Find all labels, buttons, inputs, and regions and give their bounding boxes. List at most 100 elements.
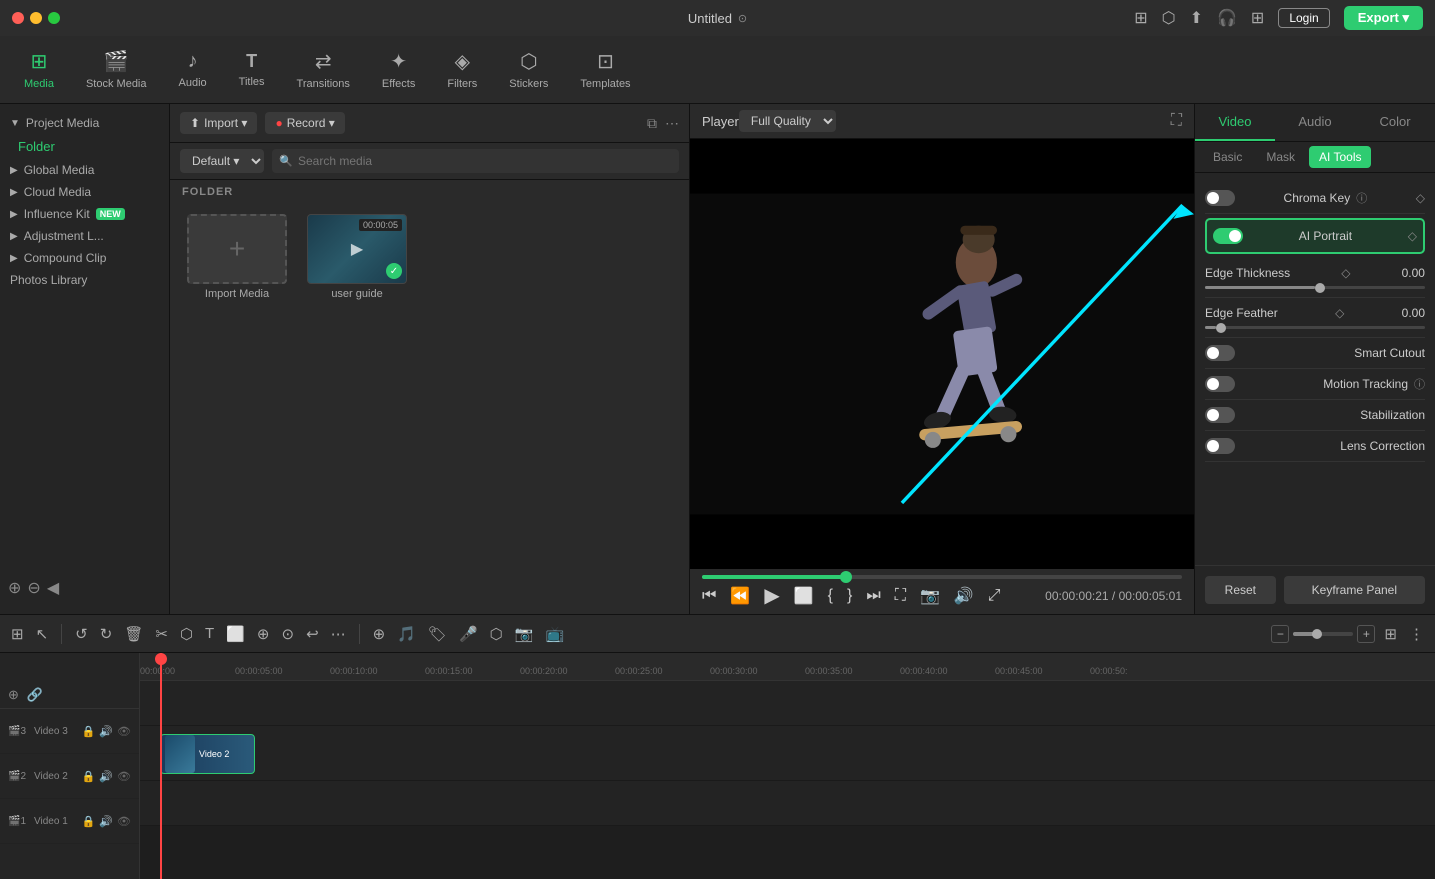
edge-feather-slider[interactable] bbox=[1205, 326, 1425, 329]
export-button[interactable]: Export ▾ bbox=[1344, 6, 1423, 30]
toolbar-item-stickers[interactable]: ⬡ Stickers bbox=[495, 43, 562, 96]
motion-tracking-toggle[interactable] bbox=[1205, 376, 1235, 392]
rewind-button[interactable]: ⏮ bbox=[702, 587, 716, 605]
stabilization-toggle[interactable] bbox=[1205, 407, 1235, 423]
subtab-ai-tools[interactable]: AI Tools bbox=[1309, 146, 1371, 168]
audio-track-button[interactable]: 🎵 bbox=[394, 622, 419, 646]
close-button[interactable] bbox=[12, 12, 24, 24]
transition-button[interactable]: ⬡ bbox=[487, 622, 506, 646]
minimize-button[interactable] bbox=[30, 12, 42, 24]
track-v1-eye[interactable]: 👁 bbox=[117, 815, 131, 828]
track-v3-lock[interactable]: 🔒 bbox=[82, 725, 96, 738]
play-button[interactable]: ▶ bbox=[764, 583, 779, 608]
search-input[interactable] bbox=[272, 149, 679, 173]
sidebar-item-compound-clip[interactable]: ▶ Compound Clip bbox=[0, 247, 169, 269]
collapse-sidebar-button[interactable]: ◀ bbox=[47, 578, 59, 598]
record-screen-button[interactable]: 📺 bbox=[542, 622, 567, 646]
stop-button[interactable]: ⬜ bbox=[794, 586, 814, 606]
speed-button[interactable]: ⊕ bbox=[254, 622, 273, 646]
zoom-out-button[interactable]: − bbox=[1271, 625, 1289, 643]
track-v3-eye[interactable]: 👁 bbox=[117, 725, 131, 738]
text-button[interactable]: T bbox=[202, 622, 217, 645]
chroma-key-info-icon[interactable]: ⓘ bbox=[1356, 190, 1367, 206]
expand-button[interactable]: ⤢ bbox=[988, 587, 1001, 605]
add-track-button[interactable]: ⊕ bbox=[370, 622, 389, 646]
edge-thickness-slider[interactable] bbox=[1205, 286, 1425, 289]
video-clip-user-guide[interactable]: Video 2 bbox=[160, 734, 255, 774]
tab-audio[interactable]: Audio bbox=[1275, 104, 1355, 141]
record-button[interactable]: ● Record ▾ bbox=[265, 112, 344, 134]
toolbar-item-titles[interactable]: T Titles bbox=[225, 45, 279, 94]
reset-button[interactable]: Reset bbox=[1205, 576, 1276, 604]
track-v2-volume[interactable]: 🔊 bbox=[99, 770, 113, 783]
edge-feather-diamond-icon[interactable]: ◇ bbox=[1335, 306, 1344, 320]
toolbar-item-audio[interactable]: ♪ Audio bbox=[165, 44, 221, 95]
user-guide-item[interactable]: ▶ 00:00:05 ✓ user guide bbox=[302, 214, 412, 300]
tab-color[interactable]: Color bbox=[1355, 104, 1435, 141]
audio-button[interactable]: 🔊 bbox=[954, 586, 974, 606]
tab-video[interactable]: Video bbox=[1195, 104, 1275, 141]
sidebar-item-global-media[interactable]: ▶ Global Media bbox=[0, 159, 169, 181]
add-track-icon-btn[interactable]: ⊕ bbox=[8, 687, 19, 703]
fullscreen-btn2[interactable]: ⛶ bbox=[895, 587, 906, 605]
motion-tracking-info-icon[interactable]: ⓘ bbox=[1414, 376, 1425, 392]
mark-out-button[interactable]: } bbox=[847, 587, 852, 605]
track-v3-volume[interactable]: 🔊 bbox=[99, 725, 113, 738]
lens-correction-toggle[interactable] bbox=[1205, 438, 1235, 454]
sidebar-folder[interactable]: Folder bbox=[0, 134, 169, 159]
mask-button[interactable]: ⊙ bbox=[278, 622, 297, 646]
multi-cam-button[interactable]: 📷 bbox=[512, 622, 537, 646]
chroma-key-diamond-icon[interactable]: ◇ bbox=[1416, 191, 1425, 205]
edge-thickness-diamond-icon[interactable]: ◇ bbox=[1341, 266, 1350, 280]
toolbar-item-stock-media[interactable]: 🎬 Stock Media bbox=[72, 43, 161, 96]
redo-button[interactable]: ↻ bbox=[97, 622, 116, 646]
step-back-button[interactable]: ⏪ bbox=[730, 586, 750, 606]
track-v2-lock[interactable]: 🔒 bbox=[82, 770, 96, 783]
quality-select[interactable]: Full Quality bbox=[739, 110, 836, 132]
more-tools-button[interactable]: ⋯ bbox=[328, 622, 349, 646]
timeline-settings-button[interactable]: ⋮ bbox=[1406, 622, 1427, 646]
toolbar-item-templates[interactable]: ⊡ Templates bbox=[566, 43, 644, 96]
track-v1-volume[interactable]: 🔊 bbox=[99, 815, 113, 828]
maximize-button[interactable] bbox=[48, 12, 60, 24]
audio-adj-button[interactable]: ↩ bbox=[303, 622, 322, 646]
track-v1-lock[interactable]: 🔒 bbox=[82, 815, 96, 828]
sidebar-item-adjustment[interactable]: ▶ Adjustment L... bbox=[0, 225, 169, 247]
track-v2-eye[interactable]: 👁 bbox=[117, 770, 131, 783]
filter-icon[interactable]: ⧉ bbox=[647, 115, 657, 132]
label-button[interactable]: 🏷 bbox=[425, 622, 450, 646]
zoom-in-button[interactable]: + bbox=[1357, 625, 1375, 643]
timeline-grid-button[interactable]: ⊞ bbox=[8, 622, 27, 646]
sidebar-item-project-media[interactable]: ▼ Project Media bbox=[0, 112, 169, 134]
subtab-mask[interactable]: Mask bbox=[1256, 146, 1305, 168]
remove-folder-button[interactable]: ⊖ bbox=[27, 578, 40, 598]
snapshot-button[interactable]: 📷 bbox=[920, 586, 940, 606]
add-folder-button[interactable]: ⊕ bbox=[8, 578, 21, 598]
player-progress[interactable] bbox=[702, 575, 1182, 579]
timeline-pointer-button[interactable]: ↖ bbox=[33, 622, 52, 646]
sidebar-item-photos-library[interactable]: Photos Library bbox=[0, 269, 169, 291]
keyframe-panel-button[interactable]: Keyframe Panel bbox=[1284, 576, 1425, 604]
mark-in-button[interactable]: { bbox=[828, 587, 833, 605]
ai-portrait-diamond-icon[interactable]: ◇ bbox=[1408, 229, 1417, 243]
login-button[interactable]: Login bbox=[1278, 8, 1329, 28]
chroma-key-toggle[interactable] bbox=[1205, 190, 1235, 206]
playhead[interactable] bbox=[160, 653, 162, 879]
ai-portrait-toggle[interactable] bbox=[1213, 228, 1243, 244]
undo-button[interactable]: ↺ bbox=[72, 622, 91, 646]
sidebar-item-cloud-media[interactable]: ▶ Cloud Media bbox=[0, 181, 169, 203]
prev-frame-button[interactable]: ⏭ bbox=[866, 587, 880, 605]
smart-cutout-toggle[interactable] bbox=[1205, 345, 1235, 361]
subtab-basic[interactable]: Basic bbox=[1203, 146, 1252, 168]
link-track-button[interactable]: 🔗 bbox=[27, 687, 43, 703]
toolbar-item-effects[interactable]: ✦ Effects bbox=[368, 43, 429, 96]
cut-button[interactable]: ✂ bbox=[152, 622, 171, 646]
mic-button[interactable]: 🎤 bbox=[456, 622, 481, 646]
window-controls[interactable] bbox=[12, 12, 60, 24]
crop-button[interactable]: ⬡ bbox=[177, 622, 196, 646]
toolbar-item-media[interactable]: ⊞ Media bbox=[10, 43, 68, 96]
toolbar-item-transitions[interactable]: ⇄ Transitions bbox=[283, 43, 364, 96]
rect-button[interactable]: ⬜ bbox=[223, 622, 248, 646]
timeline-layout-button[interactable]: ⊞ bbox=[1381, 622, 1400, 646]
default-select[interactable]: Default ▾ bbox=[180, 149, 264, 173]
